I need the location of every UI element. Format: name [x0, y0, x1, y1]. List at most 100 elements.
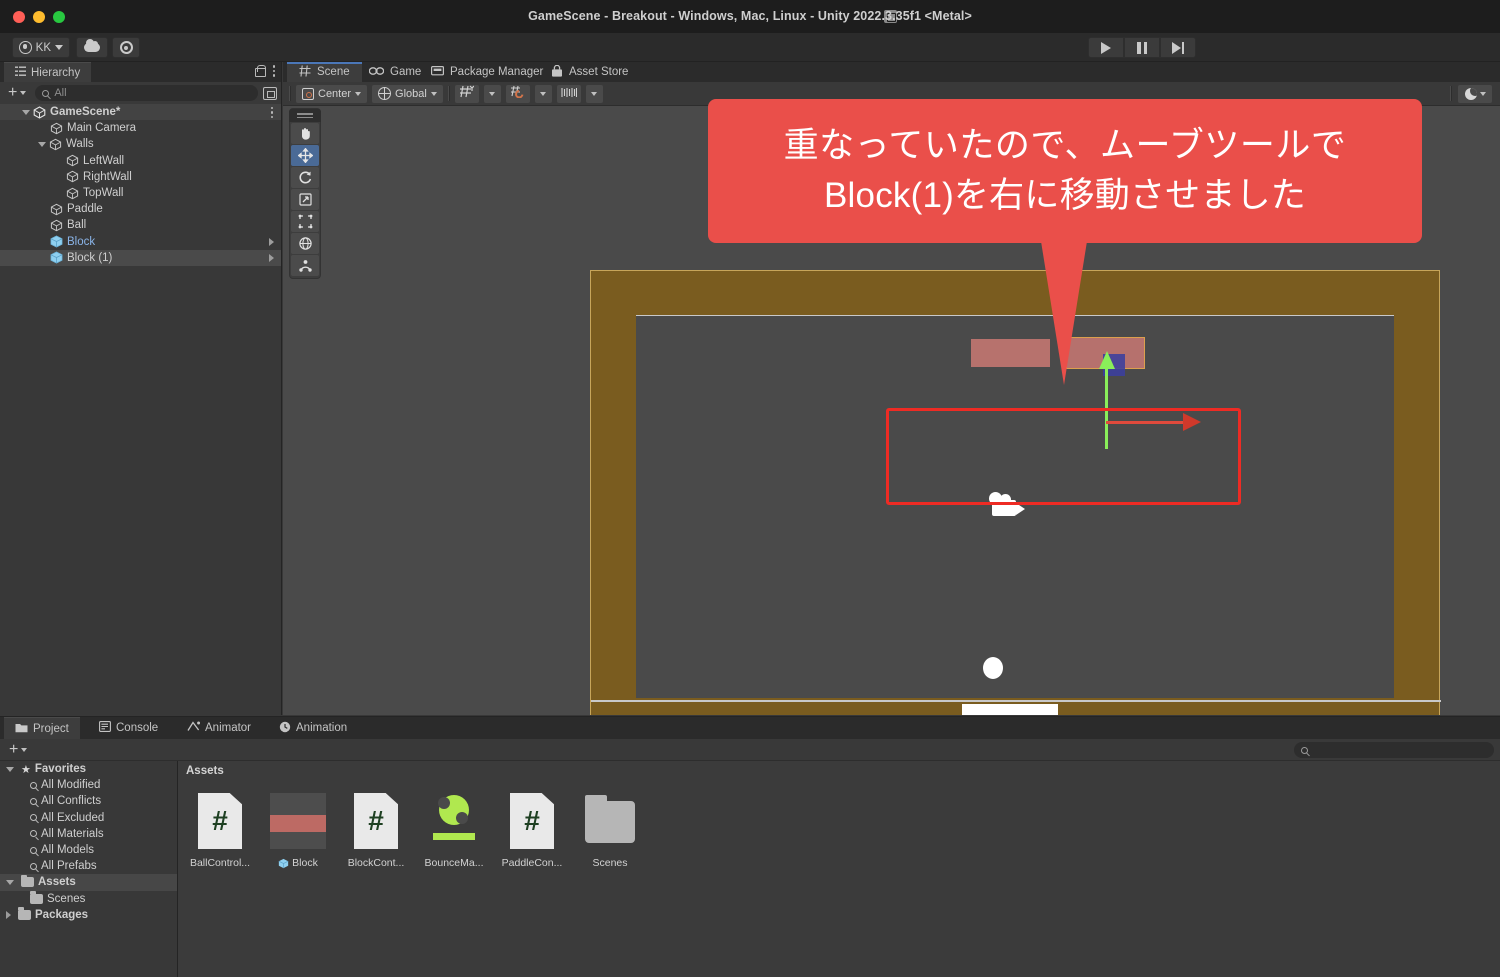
scene-visibility-icon[interactable]	[263, 86, 277, 100]
tab-hierarchy[interactable]: Hierarchy	[4, 62, 92, 82]
rotate-tool-icon[interactable]	[291, 167, 319, 188]
plus-icon: +	[8, 84, 18, 101]
scale-slider-button[interactable]	[556, 84, 581, 103]
physics-material-icon	[426, 793, 482, 849]
hierarchy-item-block-1[interactable]: Block (1)	[0, 249, 281, 266]
grid-button[interactable]	[454, 84, 479, 103]
hierarchy-item-ball[interactable]: Ball	[0, 217, 281, 233]
asset-item[interactable]: # BallControl...	[190, 793, 250, 869]
scale-slider-dropdown[interactable]	[585, 84, 603, 103]
hierarchy-item-paddle[interactable]: Paddle	[0, 201, 281, 217]
project-tree-item-scenes[interactable]: Scenes	[0, 891, 177, 907]
gizmo-y-arrow-icon[interactable]	[1099, 351, 1115, 369]
csharp-script-icon: #	[198, 793, 242, 849]
asset-label: Scenes	[592, 857, 628, 869]
tab-animator[interactable]: Animator	[176, 717, 262, 739]
kebab-menu-icon[interactable]	[270, 107, 273, 118]
project-search[interactable]	[1294, 742, 1494, 758]
cloud-button[interactable]	[76, 37, 108, 58]
hierarchy-item-topwall[interactable]: TopWall	[0, 185, 281, 201]
move-tool-icon[interactable]	[291, 145, 319, 166]
animation-clock-icon	[279, 721, 291, 736]
add-gameobject-button[interactable]: +	[4, 84, 30, 101]
expand-arrow-icon[interactable]	[6, 766, 14, 772]
hierarchy-item-block[interactable]: Block	[0, 234, 281, 250]
folder-icon	[18, 907, 31, 920]
asset-item[interactable]: Block	[270, 793, 326, 869]
csharp-script-icon: #	[510, 793, 554, 849]
hierarchy-toolbar: +	[0, 82, 281, 104]
project-tree-label: All Materials	[41, 827, 104, 840]
cloud-icon	[84, 39, 100, 52]
hierarchy-item-gamescene[interactable]: GameScene*	[0, 104, 281, 121]
tab-project[interactable]: Project	[4, 717, 80, 739]
pause-icon	[1137, 41, 1147, 54]
project-tree-item-all-conflicts[interactable]: All Conflicts	[0, 793, 177, 809]
hierarchy-search[interactable]	[35, 85, 258, 101]
tab-package-manager[interactable]: Package Manager	[419, 62, 555, 82]
tab-asset-store[interactable]: Asset Store	[539, 62, 640, 82]
hierarchy-tab-tools	[254, 65, 275, 77]
lock-icon[interactable]	[254, 65, 266, 77]
hierarchy-item-leftwall[interactable]: LeftWall	[0, 153, 281, 169]
pause-button[interactable]	[1124, 37, 1160, 58]
project-tree-item-favorites[interactable]: ★ Favorites	[0, 761, 177, 777]
asset-item[interactable]: BounceMa...	[425, 793, 483, 869]
asset-item[interactable]: Scenes	[582, 793, 638, 869]
shading-mode-button[interactable]	[1458, 84, 1492, 103]
project-tree-item-all-prefabs[interactable]: All Prefabs	[0, 858, 177, 874]
hierarchy-item-rightwall[interactable]: RightWall	[0, 169, 281, 185]
snap-options-dropdown[interactable]	[534, 84, 552, 103]
callout-tail	[1040, 235, 1088, 385]
project-asset-browser: Assets # BallControl... Block # BlockCont...…	[178, 761, 1500, 977]
project-tree-item-all-materials[interactable]: All Materials	[0, 826, 177, 842]
hand-tool-icon[interactable]	[291, 123, 319, 144]
search-icon	[42, 89, 50, 97]
step-button[interactable]	[1160, 37, 1196, 58]
snap-button[interactable]	[505, 84, 530, 103]
account-button[interactable]: KK	[12, 37, 70, 58]
project-tree-item-all-excluded[interactable]: All Excluded	[0, 810, 177, 826]
main-toolbar: KK	[0, 33, 1500, 62]
project-tree-item-packages[interactable]: Packages	[0, 907, 177, 923]
rect-tool-icon[interactable]	[291, 211, 319, 232]
custom-tool-icon[interactable]	[291, 255, 319, 276]
settings-button[interactable]	[112, 37, 140, 58]
expand-arrow-icon[interactable]	[38, 141, 46, 147]
kebab-menu-icon[interactable]	[272, 65, 275, 77]
tab-animation[interactable]: Animation	[268, 717, 358, 739]
tool-palette-drag-handle[interactable]	[289, 109, 321, 122]
project-tree-item-assets[interactable]: Assets	[0, 874, 177, 891]
hierarchy-item-walls[interactable]: Walls	[0, 136, 281, 152]
paddle-object[interactable]	[962, 704, 1058, 715]
handle-space-button[interactable]: Global	[372, 84, 443, 103]
hierarchy-item-label: RightWall	[83, 170, 132, 183]
project-tree-item-all-models[interactable]: All Models	[0, 842, 177, 858]
project-search-input[interactable]	[1313, 744, 1487, 756]
transform-tool-icon[interactable]	[291, 233, 319, 254]
chevron-right-icon[interactable]	[269, 237, 274, 246]
play-button[interactable]	[1088, 37, 1124, 58]
asset-item[interactable]: # PaddleCon...	[502, 793, 562, 869]
gameobject-icon	[50, 219, 63, 232]
tab-scene[interactable]: Scene	[287, 62, 362, 82]
tab-label: Animator	[205, 722, 252, 734]
chevron-right-icon[interactable]	[269, 253, 274, 262]
pivot-mode-button[interactable]: Center	[296, 84, 368, 103]
tab-console[interactable]: Console	[88, 717, 169, 739]
expand-arrow-icon[interactable]	[22, 109, 30, 115]
block-object[interactable]	[971, 339, 1050, 367]
create-asset-button[interactable]: +	[5, 741, 31, 757]
scale-tool-icon[interactable]	[291, 189, 319, 210]
hierarchy-item-label: Main Camera	[67, 122, 137, 135]
ball-object[interactable]	[983, 657, 1003, 679]
folder-icon	[21, 874, 34, 888]
asset-item[interactable]: # BlockCont...	[348, 793, 404, 869]
project-tree-item-all-modified[interactable]: All Modified	[0, 777, 177, 793]
grid-options-dropdown[interactable]	[483, 84, 501, 103]
collapse-arrow-icon[interactable]	[6, 910, 11, 919]
account-label: KK	[35, 41, 51, 54]
hierarchy-item-main-camera[interactable]: Main Camera	[0, 120, 281, 136]
expand-arrow-icon[interactable]	[6, 879, 14, 885]
hierarchy-search-input[interactable]	[54, 87, 251, 99]
